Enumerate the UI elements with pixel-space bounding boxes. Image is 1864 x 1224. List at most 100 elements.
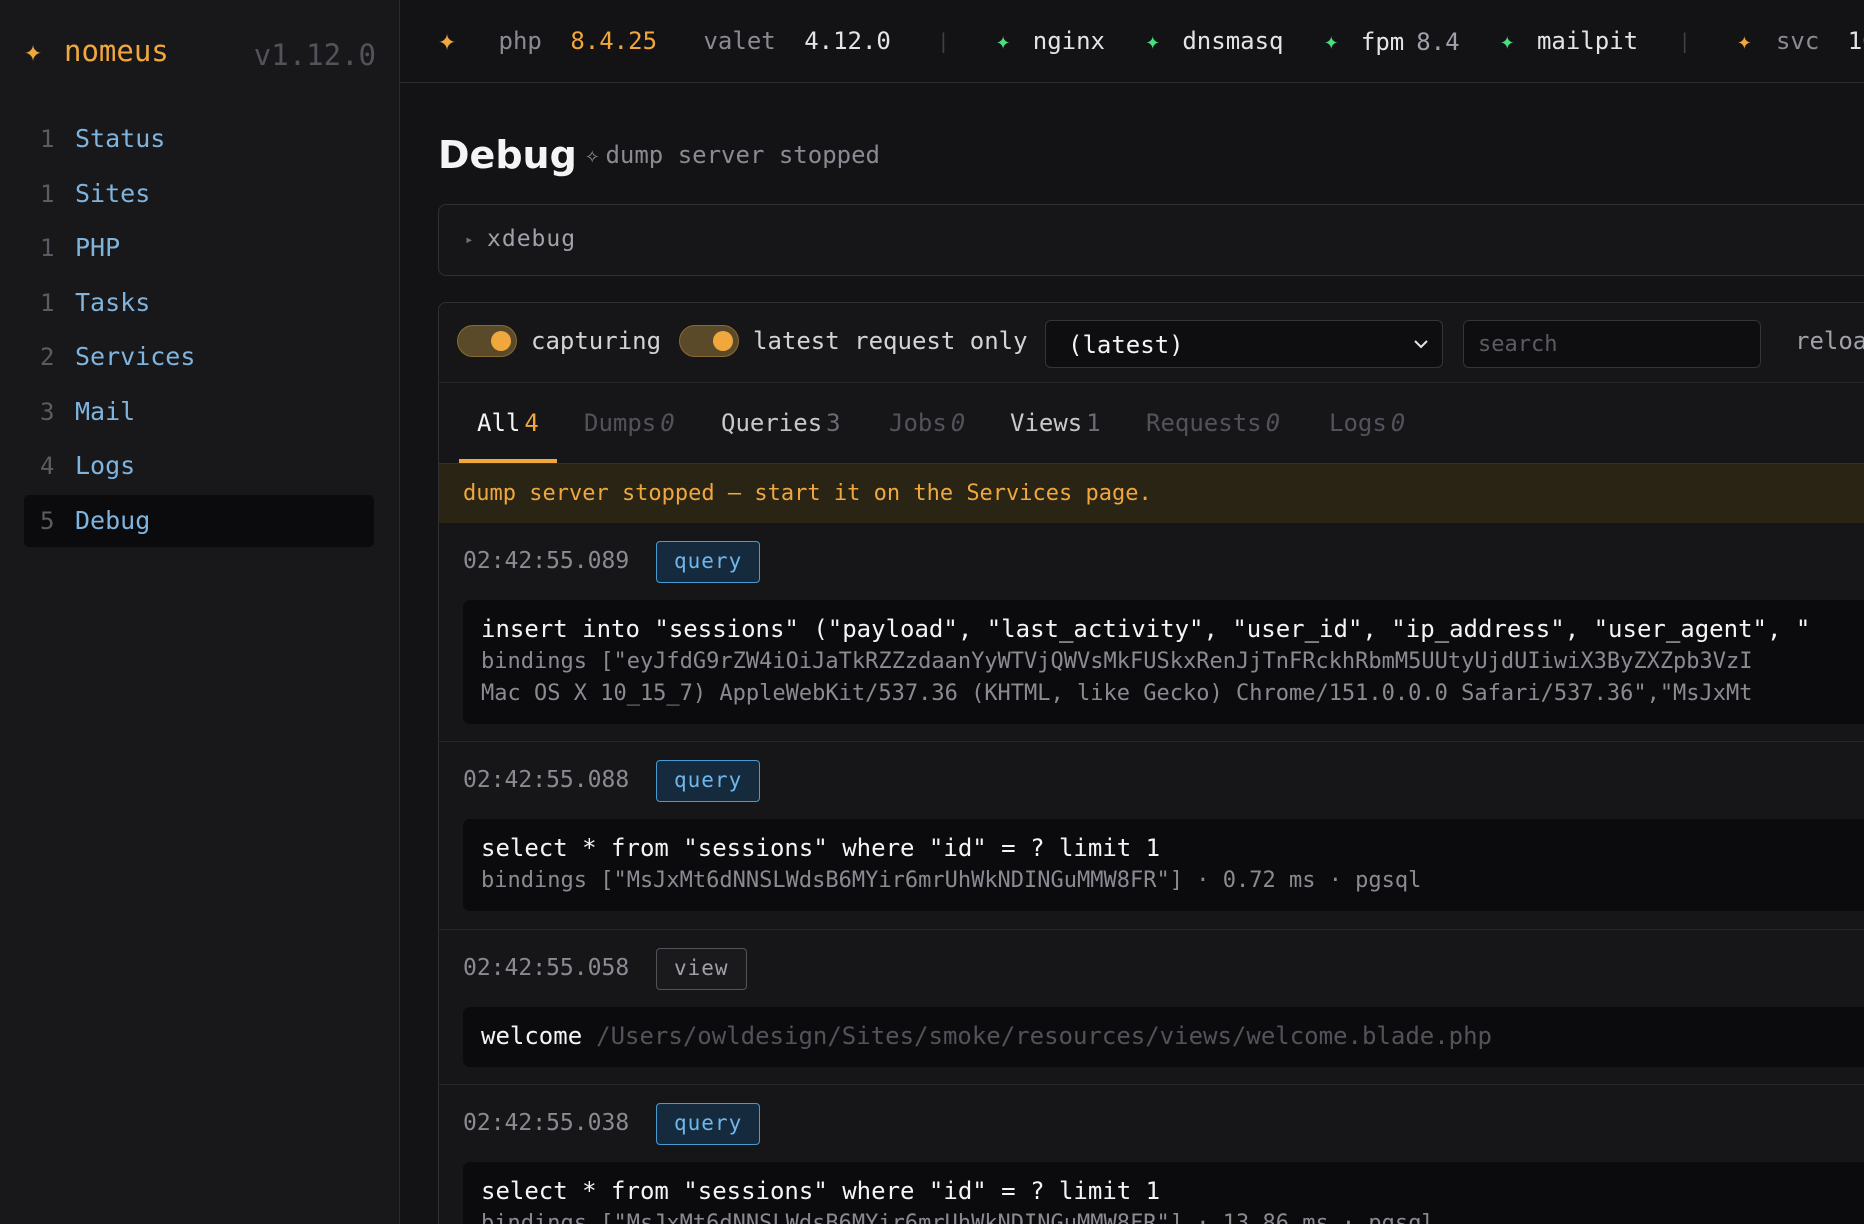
view-row: welcome/Users/owldesign/Sites/smoke/reso… [481,1019,1864,1053]
sparkle-icon: ✦ [438,23,457,58]
sidebar-item-status[interactable]: 1 Status [24,113,374,165]
tab-label: All [477,409,521,437]
warning-banner: dump server stopped — start it on the Se… [439,463,1864,523]
sidebar-item-label: Status [75,124,166,153]
sidebar-item-logs[interactable]: 4 Logs [24,440,374,492]
toggle-knob [491,331,511,351]
query-sql: select * from "sessions" where "id" = ? … [481,1177,1161,1205]
status-ok-icon: ✦ [1500,27,1515,55]
nav-shortcut-key: 4 [40,452,55,480]
php-version: 8.4.25 [570,27,658,55]
tab-jobs[interactable]: Jobs 0 [889,383,965,463]
main-content: Debug ✧ dump server stopped ▸ xdebug capt… [438,83,1864,1224]
entry-type-badge: view [656,948,747,990]
list-item[interactable]: 02:42:55.088 query select * from "sessio… [439,742,1864,930]
service-mailpit: mailpit [1536,27,1639,55]
status-ok-icon: ✦ [1323,27,1339,55]
request-select[interactable]: (latest) [1045,320,1443,368]
app-name: nomeus [64,34,169,68]
divider: | [1678,29,1691,53]
query-bindings: bindings ["eyJfdG9rZW4iOiJaTkRZZzdaanYyW… [481,649,1753,674]
sidebar: ✦ nomeus v1.12.0 1 Status 1 Sites 1 PHP … [0,0,400,1224]
sidebar-item-label: Sites [75,178,151,208]
sparkle-outline-icon: ✧ [585,141,600,169]
toggle-knob [713,331,733,351]
nav-shortcut-key: 5 [40,506,55,535]
tab-label: Requests [1146,409,1262,437]
view-path: /Users/owldesign/Sites/smoke/resources/v… [596,1022,1493,1050]
sidebar-item-services[interactable]: 2 Services [24,331,374,383]
tab-count: 4 [524,409,539,437]
xdebug-collapsible[interactable]: ▸ xdebug [438,204,1864,276]
sidebar-item-tasks[interactable]: 1 Tasks [24,277,374,329]
entry-code-block: insert into "sessions" ("payload", "last… [463,600,1864,724]
nav-shortcut-key: 1 [40,234,55,262]
tab-count: 0 [950,409,966,437]
view-name: welcome [481,1022,583,1050]
divider: | [937,29,950,53]
sidebar-item-label: PHP [75,233,121,262]
search-input[interactable] [1463,320,1761,368]
tab-label: Views [1010,409,1083,437]
service-fpm-label: fpm [1360,27,1405,56]
capturing-label: capturing [531,327,662,355]
sparkle-icon: ✦ [1737,27,1752,55]
query-sql: select * from "sessions" where "id" = ? … [481,834,1161,862]
service-fpm: fpm 8.4 [1360,27,1460,56]
status-ok-icon: ✦ [995,27,1011,55]
tab-dumps[interactable]: Dumps 0 [584,383,675,463]
entry-header: 02:42:55.058 view [439,930,1864,1007]
sidebar-item-mail[interactable]: 3 Mail [24,386,374,438]
sidebar-item-debug[interactable]: 5 Debug [24,494,374,547]
app-window: ✦ nomeus v1.12.0 1 Status 1 Sites 1 PHP … [0,0,1864,1224]
entry-type-badge: query [656,760,761,802]
tab-logs[interactable]: Logs 0 [1329,383,1405,463]
nav-shortcut-key: 1 [40,288,55,317]
chevron-down-icon [1414,340,1428,349]
tab-label: Logs [1329,409,1387,437]
list-item[interactable]: 02:42:55.038 query select * from "sessio… [439,1085,1864,1224]
tab-requests[interactable]: Requests 0 [1146,383,1280,463]
sidebar-item-php[interactable]: 1 PHP [24,222,374,274]
sidebar-item-sites[interactable]: 1 Sites [24,168,374,220]
entry-type-badge: query [656,1103,761,1145]
tab-queries[interactable]: Queries 3 [721,383,841,463]
tab-views[interactable]: Views 1 [1010,383,1101,463]
entry-header: 02:42:55.038 query [439,1085,1864,1162]
nav-shortcut-key: 3 [40,397,55,426]
xdebug-label: xdebug [487,226,577,252]
caret-right-icon: ▸ [465,232,474,248]
sparkle-logo-icon: ✦ [24,34,43,69]
tab-label: Dumps [584,409,657,437]
service-dnsmasq: dnsmasq [1182,27,1284,55]
sidebar-item-label: Logs [75,451,136,480]
tab-all[interactable]: All 4 [459,383,557,463]
tab-count: 0 [660,409,675,437]
filter-tabs: All 4 Dumps 0 Queries 3 Jobs 0 Views 1 Reques… [439,383,1864,463]
capturing-toggle[interactable] [457,325,517,357]
reload-button[interactable]: reload [1795,321,1864,361]
svc-count: 10/11 [1847,27,1864,55]
app-version: v1.12.0 [253,38,376,72]
list-item[interactable]: 02:42:55.089 query insert into "sessions… [439,523,1864,742]
tab-count: 3 [826,409,841,437]
latest-only-toggle[interactable] [679,325,739,357]
query-sql: insert into "sessions" ("payload", "last… [481,615,1811,643]
warning-text: dump server stopped — start it on the Se… [463,481,1152,506]
list-item[interactable]: 02:42:55.058 view welcome/Users/owldesig… [439,930,1864,1085]
sidebar-nav: 1 Status 1 Sites 1 PHP 1 Tasks 2 Service… [24,113,374,549]
sidebar-item-label: Tasks [75,287,151,317]
sidebar-item-label: Mail [75,396,136,426]
nav-shortcut-key: 1 [40,179,55,208]
query-bindings: bindings ["MsJxMt6dNNSLWdsB6MYir6mrUhWkN… [481,1211,1435,1224]
entries-list: 02:42:55.089 query insert into "sessions… [439,523,1864,1224]
nav-shortcut-key: 1 [40,125,55,153]
page-title: Debug [438,133,577,177]
debug-panel: capturing latest request only (latest) r… [438,302,1864,1224]
status-ok-icon: ✦ [1145,27,1160,55]
query-bindings: bindings ["MsJxMt6dNNSLWdsB6MYir6mrUhWkN… [481,868,1422,893]
tab-count: 0 [1390,409,1406,437]
page-subtitle: dump server stopped [605,141,880,169]
valet-version: 4.12.0 [804,27,891,55]
tab-label: Jobs [889,409,947,437]
